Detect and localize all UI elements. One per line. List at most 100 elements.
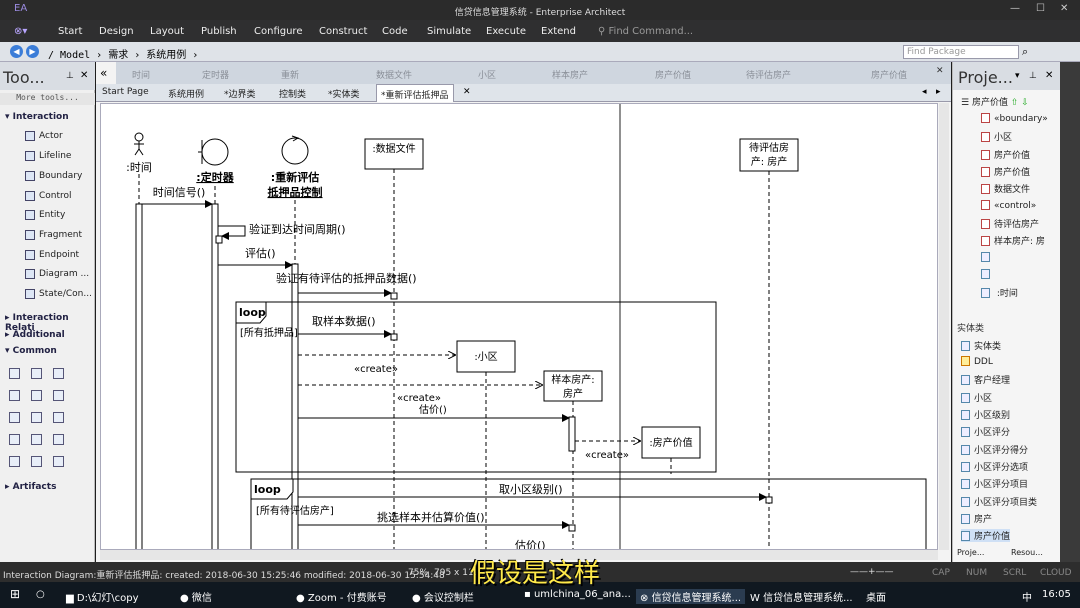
app-menu-icon[interactable]: ⊗▾ (14, 26, 27, 37)
taskbar-item-meeting[interactable]: ● 会议控制栏 (412, 589, 474, 604)
ime-indicator[interactable]: 中 (1022, 589, 1032, 604)
tab-project[interactable]: Proje... (957, 548, 984, 557)
tree-item[interactable]: DDL (961, 356, 993, 367)
move-down-icon[interactable]: ⇩ (1021, 98, 1029, 108)
tree-item[interactable]: «control» (981, 200, 1036, 211)
tree-item[interactable] (981, 252, 994, 263)
menu-extend[interactable]: Extend (541, 26, 576, 37)
taskbar-item-word[interactable]: W 信贷信息管理系统... (750, 589, 853, 604)
more-tools-button[interactable]: More tools... (0, 93, 95, 105)
common-tool-icon[interactable] (9, 390, 20, 401)
menu-publish[interactable]: Publish (201, 26, 237, 37)
menu-construct[interactable]: Construct (319, 26, 367, 37)
tree-item[interactable]: 小区级别 (961, 408, 1010, 421)
selected-node[interactable]: ☰ 房产价值 ⇧ ⇩ (961, 95, 1029, 108)
search-icon[interactable]: ○ (36, 589, 45, 600)
tab-control[interactable]: 控制类 (279, 87, 306, 100)
tree-item[interactable]: 实体类 (961, 339, 1001, 352)
tool-fragment[interactable]: Fragment (25, 230, 82, 240)
taskbar-item-zoom[interactable]: ● Zoom - 付费账号 (296, 589, 387, 604)
tree-item[interactable]: 小区评分选项 (961, 460, 1028, 473)
windows-start-icon[interactable]: ⊞ (10, 587, 20, 601)
tab-system-usecase[interactable]: 系统用例 (168, 87, 204, 100)
close-panel-icon[interactable]: ✕ (936, 66, 944, 76)
actor-icon[interactable] (134, 132, 144, 156)
tree-item[interactable] (981, 269, 994, 280)
common-tool-icon[interactable] (9, 434, 20, 445)
common-tool-icon[interactable] (31, 368, 42, 379)
pin-icon[interactable]: ⊥ (1029, 71, 1037, 81)
common-tool-icon[interactable] (31, 412, 42, 423)
menu-configure[interactable]: Configure (254, 26, 302, 37)
desktop-label[interactable]: 桌面 (866, 589, 886, 604)
tree-item[interactable]: :时间 (981, 286, 1018, 299)
tree-item[interactable]: 小区评分项目 (961, 477, 1028, 490)
forward-icon[interactable]: ▶ (26, 45, 39, 58)
common-tool-icon[interactable] (31, 434, 42, 445)
tool-entity[interactable]: Entity (25, 210, 65, 220)
menu-execute[interactable]: Execute (486, 26, 526, 37)
lifeline-label[interactable]: :时间 (126, 161, 152, 174)
taskbar-item-wechat[interactable]: ● 微信 (180, 589, 212, 604)
tree-item[interactable]: 小区 (981, 130, 1012, 143)
section-interaction[interactable]: ▾ Interaction (5, 112, 69, 122)
minimize-icon[interactable]: — (1010, 3, 1020, 14)
tool-state[interactable]: State/Con... (25, 289, 92, 299)
right-scrollbar[interactable] (1060, 62, 1080, 562)
common-tool-icon[interactable] (53, 412, 64, 423)
common-tool-icon[interactable] (53, 390, 64, 401)
collapse-toolbox-icon[interactable]: « (100, 66, 107, 80)
tree-item[interactable]: 待评估房产 (981, 217, 1039, 230)
common-tool-icon[interactable] (9, 368, 20, 379)
tree-item[interactable]: 房产价值 (981, 165, 1030, 178)
taskbar-item-explorer[interactable]: ▆ D:\幻灯\copy (66, 589, 139, 604)
menu-layout[interactable]: Layout (150, 26, 184, 37)
tab-close-icon[interactable]: ✕ (463, 87, 471, 97)
connector-tool-icon[interactable] (9, 456, 20, 467)
taskbar-item-ea[interactable]: ⊗ 信贷信息管理系统... (636, 589, 746, 604)
common-tool-icon[interactable] (9, 412, 20, 423)
section-common[interactable]: ▾ Common (5, 346, 57, 356)
diagram-canvas[interactable]: :时间 :定时器 :重新评估 抵押品控制 :数据文件 待评估房 产: 房产 :小… (100, 103, 938, 550)
tab-entity[interactable]: *实体类 (328, 87, 360, 100)
tab-boundary[interactable]: *边界类 (224, 87, 256, 100)
tree-item-selected[interactable]: 房产价值 (961, 529, 1011, 542)
control-icon[interactable] (281, 135, 309, 165)
pin-icon[interactable]: ⊥ (66, 71, 74, 81)
breadcrumb[interactable]: / Model › 需求 › 系统用例 › (48, 46, 198, 61)
tree-item[interactable]: 小区评分 (961, 425, 1010, 438)
search-icon[interactable]: ⌕ (1022, 45, 1028, 59)
tab-scroll-right-icon[interactable]: ▸ (936, 87, 941, 97)
menu-design[interactable]: Design (99, 26, 134, 37)
tool-endpoint[interactable]: Endpoint (25, 250, 79, 260)
common-tool-icon[interactable] (53, 434, 64, 445)
tab-scroll-left-icon[interactable]: ◂ (922, 87, 927, 97)
find-command-field[interactable]: ⚲ Find Command... (598, 26, 693, 37)
menu-simulate[interactable]: Simulate (427, 26, 471, 37)
find-package-input[interactable]: Find Package (903, 45, 1019, 59)
taskbar-item-pdf[interactable]: ▪ umlchina_06_ana... (524, 589, 631, 600)
boundary-icon[interactable] (198, 138, 229, 166)
tool-control[interactable]: Control (25, 191, 72, 201)
back-icon[interactable]: ◀ (10, 45, 23, 58)
lifeline-label[interactable]: 抵押品控制 (268, 185, 323, 199)
maximize-icon[interactable]: ☐ (1036, 3, 1045, 14)
tool-lifeline[interactable]: Lifeline (25, 151, 71, 161)
tree-item[interactable]: 小区评分项目类 (961, 495, 1037, 508)
tool-diagram[interactable]: Diagram ... (25, 269, 89, 279)
tree-item[interactable]: 小区评分得分 (961, 443, 1028, 456)
tree-item[interactable]: 房产 (961, 512, 992, 525)
clock[interactable]: 16:05 (1042, 589, 1071, 600)
tab-reassess-collateral[interactable]: *重新评估抵押品 (376, 84, 454, 102)
text-tool-icon[interactable] (53, 368, 64, 379)
tree-item[interactable]: 数据文件 (981, 182, 1030, 195)
tree-item[interactable]: 客户经理 (961, 373, 1010, 386)
tree-item[interactable]: 样本房产: 房 (981, 234, 1045, 247)
project-close-icon[interactable]: ✕ (1045, 70, 1053, 81)
tree-item[interactable]: 房产价值 (981, 148, 1030, 161)
tree-item[interactable]: 小区 (961, 391, 992, 404)
lifeline-label[interactable]: :定时器 (196, 170, 234, 184)
vertical-scrollbar[interactable] (939, 103, 949, 550)
connector-tool-icon[interactable] (53, 456, 64, 467)
lifeline-label[interactable]: :重新评估 (271, 170, 319, 184)
